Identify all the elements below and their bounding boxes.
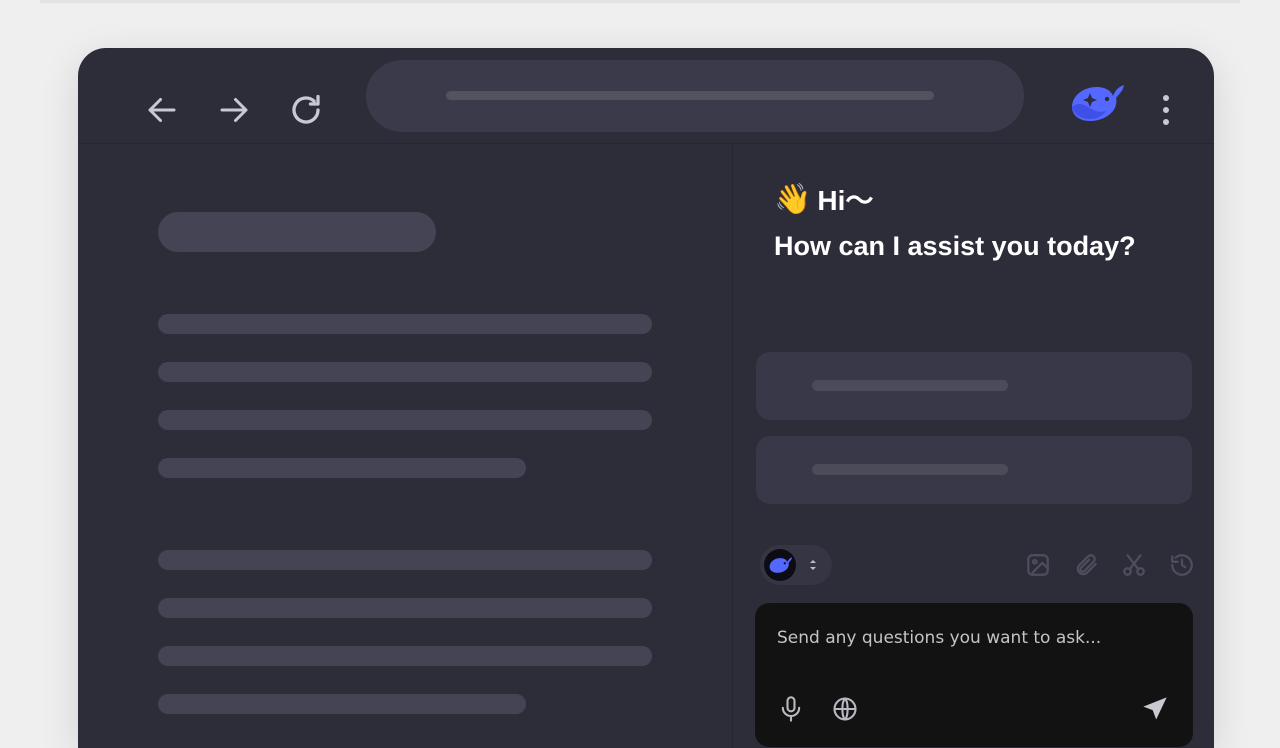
arrow-right-icon	[220, 98, 248, 122]
image-icon	[1027, 554, 1049, 576]
reload-button[interactable]	[284, 88, 328, 132]
placeholder-heading	[158, 212, 436, 252]
web-page-content	[78, 145, 733, 748]
attach-button[interactable]	[1070, 549, 1102, 581]
greeting: 👋 Hi～	[774, 179, 873, 219]
greeting-text: Hi～	[817, 185, 874, 216]
placeholder-line	[158, 550, 652, 570]
screenshot-button[interactable]	[1118, 549, 1150, 581]
microphone-icon	[781, 696, 801, 722]
whale-icon	[769, 557, 793, 573]
more-menu-button[interactable]	[1152, 92, 1180, 128]
placeholder-line	[158, 314, 652, 334]
top-divider	[40, 0, 1240, 3]
send-icon	[1143, 697, 1167, 720]
whale-icon[interactable]	[1066, 81, 1126, 125]
browser-toolbar	[78, 48, 1214, 144]
suggestion-placeholder-line	[812, 464, 1008, 475]
send-button[interactable]	[1139, 693, 1171, 725]
chat-input-box	[755, 603, 1193, 747]
back-button[interactable]	[140, 88, 184, 132]
placeholder-line	[158, 458, 526, 478]
placeholder-line	[158, 362, 652, 382]
suggestion-card[interactable]	[756, 436, 1192, 504]
image-button[interactable]	[1022, 549, 1054, 581]
arrow-left-icon	[148, 98, 176, 122]
more-vertical-icon	[1163, 95, 1169, 125]
history-icon	[1171, 554, 1193, 576]
placeholder-line	[158, 598, 652, 618]
web-search-button[interactable]	[829, 693, 861, 725]
history-button[interactable]	[1166, 549, 1198, 581]
model-selector[interactable]	[760, 545, 832, 585]
chat-input[interactable]	[777, 625, 1167, 651]
chevron-up-down-icon	[810, 560, 816, 570]
paperclip-icon	[1076, 554, 1097, 576]
suggestion-placeholder-line	[812, 380, 1008, 391]
model-avatar	[764, 549, 796, 581]
voice-input-button[interactable]	[775, 693, 807, 725]
scissors-icon	[1123, 554, 1145, 576]
greeting-subtitle: How can I assist you today?	[774, 231, 1136, 261]
placeholder-line	[158, 410, 652, 430]
placeholder-line	[158, 694, 526, 714]
waving-hand-icon: 👋	[774, 182, 812, 216]
chat-sidebar: 👋 Hi～ How can I assist you today?	[734, 145, 1214, 748]
address-placeholder-line	[446, 91, 934, 100]
suggestion-card[interactable]	[756, 352, 1192, 420]
placeholder-line	[158, 646, 652, 666]
globe-icon	[833, 697, 857, 721]
forward-button[interactable]	[212, 88, 256, 132]
address-bar[interactable]	[366, 60, 1024, 132]
browser-window: 👋 Hi～ How can I assist you today?	[78, 48, 1214, 748]
reload-icon	[292, 94, 320, 124]
